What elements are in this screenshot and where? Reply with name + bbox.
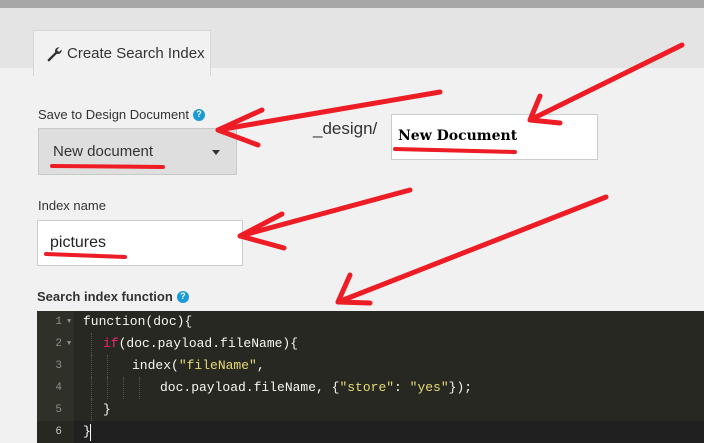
tab-create-search-index[interactable]: Create Search Index	[33, 30, 211, 76]
tab-label: Create Search Index	[67, 45, 205, 62]
indent-guide	[107, 355, 108, 377]
indent-guide	[107, 377, 108, 399]
indent-guide	[123, 377, 124, 399]
annotation-arrow-head	[335, 272, 373, 306]
line-number: 5	[55, 404, 62, 416]
tab-bar: Create Search Index	[0, 8, 704, 76]
editor-gutter: 1 2 3 4 5 6 ▼ ▼	[37, 311, 74, 443]
annotation-arrow	[237, 187, 413, 239]
annotation-arrow	[335, 194, 609, 305]
line-number: 3	[55, 360, 62, 372]
index-name-label: Index name	[38, 198, 106, 213]
fold-toggle-icon[interactable]: ▼	[67, 311, 73, 333]
line-number: 4	[55, 382, 62, 394]
index-name-input[interactable]: pictures	[37, 220, 243, 266]
search-function-label: Search index function ?	[37, 289, 189, 304]
wrench-icon	[47, 46, 62, 61]
design-doc-select[interactable]: New document	[38, 128, 237, 175]
help-icon[interactable]: ?	[193, 108, 206, 121]
line-number: 6	[37, 421, 74, 443]
caret-down-icon	[212, 150, 220, 155]
fold-toggle-icon[interactable]: ▼	[67, 333, 73, 355]
code-line: function(doc){	[83, 314, 193, 329]
annotation-arrow-head	[237, 211, 287, 251]
indent-guide	[91, 377, 92, 399]
indent-guide	[139, 377, 140, 399]
active-line-highlight	[74, 421, 704, 443]
indent-guide	[91, 333, 92, 355]
code-line: index("fileName",	[132, 358, 265, 373]
design-doc-label: Save to Design Document ?	[38, 107, 206, 122]
top-strip	[0, 0, 704, 8]
search-function-label-text: Search index function	[37, 289, 173, 304]
help-icon[interactable]: ?	[176, 290, 189, 303]
indent-guide	[91, 399, 92, 421]
code-line: }	[103, 402, 111, 417]
text-cursor	[90, 424, 91, 441]
indent-guide	[91, 355, 92, 377]
design-prefix: _design/	[313, 119, 378, 138]
design-doc-select-value: New document	[53, 143, 154, 160]
design-doc-label-text: Save to Design Document	[38, 107, 190, 122]
code-editor[interactable]: 1 2 3 4 5 6 ▼ ▼ function(doc){ if(doc.pa…	[37, 311, 704, 443]
code-line: doc.payload.fileName, {"store": "yes"});	[160, 380, 473, 395]
code-line: if(doc.payload.fileName){	[103, 336, 299, 351]
design-doc-name-input[interactable]: New Document	[391, 114, 598, 160]
